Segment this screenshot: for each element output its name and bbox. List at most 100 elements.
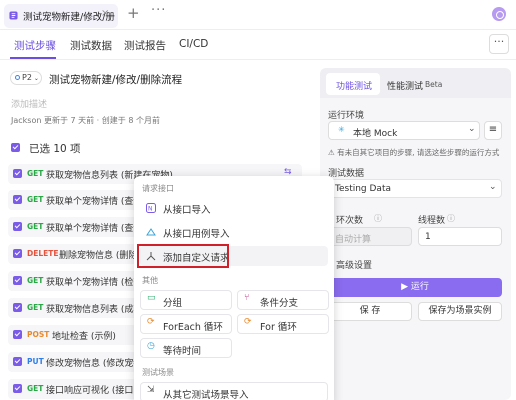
method-badge: GET	[27, 384, 44, 393]
step-name: 获取单个宠物详情 (查询	[46, 224, 143, 234]
menu-item-for[interactable]: ⟳ For 循环	[237, 314, 329, 334]
panel-tabs: 功能测试 性能测试 Beta	[320, 68, 511, 98]
menu-label: 从其它测试场景导入	[163, 390, 249, 400]
menu-label: For 循环	[260, 322, 297, 333]
threads-label: 线程数	[418, 216, 446, 226]
env-select[interactable]: ✳ 本地 Mock ⌄	[328, 121, 480, 140]
step-name: 地址检查 (示例)	[52, 332, 116, 342]
app-window: 测试宠物新建/修改/册 × + ··· 测试步骤 测试数据 测试报告 CI/CD…	[0, 0, 516, 400]
case-title[interactable]: 测试宠物新建/修改/删除流程	[49, 72, 182, 87]
scene-import-icon: ⇲	[147, 385, 155, 395]
step-checkbox[interactable]	[13, 357, 22, 366]
priority-label: P2	[22, 73, 32, 82]
priority-dot-icon	[15, 75, 20, 80]
more-button[interactable]: ···	[489, 34, 509, 54]
menu-label: 分组	[163, 298, 183, 309]
step-checkbox[interactable]	[13, 276, 22, 285]
chevron-down-icon: ⌄	[33, 75, 39, 82]
close-icon[interactable]: ×	[101, 8, 109, 19]
step-checkbox[interactable]	[13, 249, 22, 258]
method-badge: GET	[27, 222, 44, 231]
description-input[interactable]: 添加描述	[11, 97, 47, 110]
method-badge: GET	[27, 303, 44, 312]
method-badge: POST	[27, 330, 50, 339]
clock-icon: ◷	[147, 341, 155, 351]
menu-item-wait[interactable]: ◷ 等待时间	[140, 338, 232, 358]
tab-functional[interactable]: 功能测试	[336, 79, 372, 92]
threads-value: 1	[425, 232, 431, 242]
data-label: 测试数据	[328, 169, 365, 179]
info-icon: ⓘ	[447, 214, 455, 223]
method-badge: GET	[27, 169, 44, 178]
chevron-down-icon: ⌄	[489, 182, 497, 192]
threads-input[interactable]: 1	[418, 227, 502, 246]
loops-input[interactable]: 自动计算	[328, 227, 412, 246]
step-checkbox[interactable]	[13, 195, 22, 204]
step-checkbox[interactable]	[13, 303, 22, 312]
run-button[interactable]: ▶ 运行	[328, 278, 502, 297]
step-name: 获取单个宠物详情 (检查	[46, 278, 143, 288]
api-icon: N	[146, 203, 156, 213]
case-import-icon	[146, 228, 156, 236]
section-api: 请求接口	[142, 184, 174, 193]
data-select[interactable]: Testing Data ⌄	[328, 179, 502, 198]
warning-text: ⚠ 有未自其它项目的步骤, 请选这些步骤的运行方式	[328, 148, 500, 157]
tab-data[interactable]: 测试数据	[70, 38, 112, 53]
step-name: 接口响应可视化 (接口响	[46, 386, 143, 396]
author-info: Jackson 更新于 7 天前 · 创建于 8 个月前	[11, 116, 160, 125]
loop-icon: ⟳	[244, 317, 252, 327]
method-badge: GET	[27, 195, 44, 204]
menu-item-foreach[interactable]: ⟳ ForEach 循环	[140, 314, 232, 334]
step-name: 修改宠物信息 (修改宠物	[46, 359, 143, 369]
menu-item-import-case[interactable]: 从接口用例导入	[163, 226, 230, 240]
top-tab-bar: 测试宠物新建/修改/册 × + ···	[0, 0, 516, 30]
step-name: 获取单个宠物详情 (查询	[46, 197, 143, 207]
beta-badge: Beta	[425, 80, 443, 89]
data-value: Testing Data	[335, 184, 391, 194]
advanced-settings[interactable]: 高级设置	[336, 258, 372, 271]
divider	[0, 59, 516, 60]
env-value: 本地 Mock	[353, 129, 398, 139]
step-checkbox[interactable]	[13, 384, 22, 393]
save-button[interactable]: 保 存	[328, 302, 412, 321]
step-checkbox[interactable]	[13, 169, 22, 178]
section-scene: 测试场景	[142, 368, 174, 377]
method-badge: DELETE	[27, 249, 59, 258]
highlight-box	[137, 244, 229, 268]
info-icon: ⓘ	[374, 214, 382, 223]
step-checkbox[interactable]	[13, 222, 22, 231]
menu-label: 条件分支	[260, 298, 299, 309]
warning-label: 有未自其它项目的步骤, 请选这些步骤的运行方式	[337, 148, 500, 157]
menu-item-import-scene[interactable]: ⇲ 从其它测试场景导入	[140, 382, 328, 400]
add-tab-button[interactable]: +	[127, 4, 140, 22]
step-name: 删除宠物信息 (删除	[59, 251, 138, 261]
save-as-scene-button[interactable]: 保存为场景实例	[418, 302, 502, 321]
selected-count: 已选 10 项	[29, 143, 81, 155]
select-all-checkbox[interactable]	[11, 143, 20, 152]
loops-label: 环次数	[336, 216, 364, 226]
menu-label: ForEach 循环	[163, 322, 223, 333]
env-label: 运行环境	[328, 111, 365, 121]
menu-label: 从接口导入	[163, 205, 211, 216]
group-icon: ▭	[147, 293, 156, 303]
method-badge: PUT	[27, 357, 44, 366]
svg-text:N: N	[148, 206, 153, 213]
tab-performance[interactable]: 性能测试	[387, 79, 423, 92]
step-name: 获取宠物信息列表 (成功	[46, 305, 143, 315]
priority-select[interactable]: P2 ⌄	[10, 71, 42, 85]
menu-item-group[interactable]: ▭ 分组	[140, 290, 232, 310]
tab-steps[interactable]: 测试步骤	[14, 38, 56, 53]
loops-value: 自动计算	[335, 235, 372, 245]
more-tabs-button[interactable]: ···	[151, 3, 166, 18]
loop-icon: ⟳	[147, 317, 155, 327]
tab-cicd[interactable]: CI/CD	[179, 38, 208, 50]
menu-icon: ≡	[488, 124, 498, 135]
tab-report[interactable]: 测试报告	[124, 38, 166, 53]
step-checkbox[interactable]	[13, 330, 22, 339]
method-badge: GET	[27, 276, 44, 285]
avatar[interactable]	[492, 7, 506, 21]
case-icon	[9, 11, 18, 20]
chevron-down-icon: ⌄	[468, 124, 476, 134]
env-manage-button[interactable]: ≡	[484, 121, 502, 140]
menu-item-branch[interactable]: ⑂ 条件分支	[237, 290, 329, 310]
